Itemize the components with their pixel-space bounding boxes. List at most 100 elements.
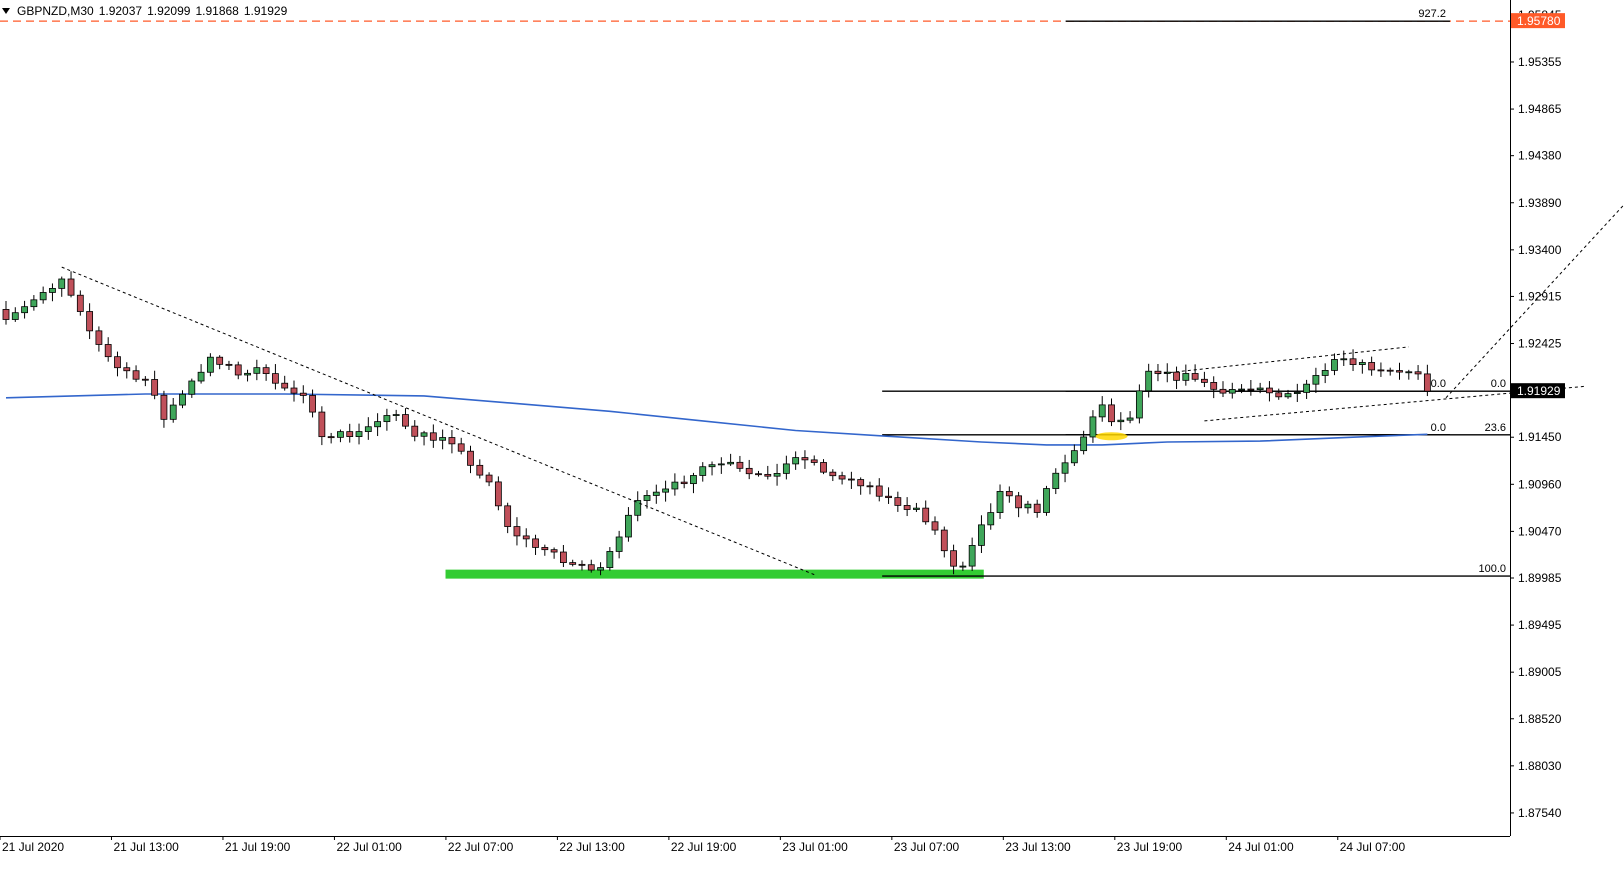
chart: 0.023.6100.00.00.0927.2 1.958451.953551.… [0,0,1624,890]
y-tick-label: 1.93890 [1518,196,1562,210]
y-tick-label: 1.90470 [1518,524,1562,538]
candle-body [978,524,985,546]
candle-body [411,425,419,437]
candle [39,286,47,304]
candle [736,455,744,472]
candle-body [922,507,930,523]
candle-body [1340,358,1348,361]
candle-body [1247,388,1255,391]
candle-body [346,431,354,438]
candle [1377,362,1385,377]
candle-body [1349,358,1357,365]
candle-body [299,392,307,396]
candle-body [114,356,121,369]
candle [253,359,261,381]
candle-body [476,464,484,476]
candle [894,491,902,512]
candle [1191,364,1199,382]
candle [86,303,94,340]
candle [829,469,837,482]
candle [634,491,642,522]
x-tick-label: 23 Jul 13:00 [1005,840,1071,854]
x-tick-label: 22 Jul 07:00 [448,840,514,854]
candle [188,378,196,398]
candle [959,561,967,571]
moving-average-line [5,393,1428,446]
candle-body [1377,369,1385,372]
candle [680,475,688,489]
candle-body [141,378,149,381]
candle-body [1173,371,1180,381]
y-tick-label: 1.92915 [1518,289,1562,303]
candle-body [1331,359,1338,371]
collapse-triangle-icon[interactable] [2,8,10,14]
candle [931,516,939,535]
candle-body [1005,491,1013,497]
candle [662,480,669,502]
candle-body [364,426,372,432]
candle-body [1089,416,1097,438]
candle [355,423,363,445]
candle-body [318,411,326,438]
candle-body [30,299,38,308]
candle [1154,363,1162,382]
candle-body [290,387,298,394]
current-price-label: 1.91929 [1517,384,1561,398]
candle-body [374,421,382,428]
x-tick-label: 23 Jul 07:00 [894,840,960,854]
candle [1005,486,1013,503]
candle-body [885,495,892,499]
candle-body [1061,462,1069,474]
candle-body [1303,383,1310,393]
y-tick-label: 1.93400 [1518,243,1562,257]
candle [439,429,447,450]
candle [11,307,19,322]
candle [299,385,307,404]
candle [1303,379,1310,399]
candle-body [132,370,140,380]
candle [21,300,28,319]
y-tick-label: 1.89985 [1518,571,1562,585]
candle [494,476,502,511]
candle [1098,396,1106,422]
candle [429,424,437,448]
candle-body [1238,388,1245,391]
price-chart: 0.023.6100.00.00.0927.2 1.958451.953551.… [0,0,1624,854]
candle [1293,383,1301,402]
close-value: 1.91929 [243,4,288,18]
candle [364,417,372,440]
candle [123,362,131,379]
candle-body [541,547,549,551]
candle [1331,353,1338,376]
candle [132,365,140,383]
candle [318,406,326,446]
candle-body [67,278,75,296]
candle-body [1386,369,1394,372]
candle-body [1108,404,1115,423]
candle-body [940,529,948,552]
candle-body [179,393,186,406]
candle [699,462,707,482]
candle-body [550,549,558,553]
candle [1340,350,1348,366]
candle-body [894,497,902,506]
candle [272,364,279,390]
candle [922,500,930,525]
candle [1182,364,1190,386]
candle-body [587,564,595,571]
candle-body [309,395,316,413]
candle-body [782,463,790,474]
candle-body [875,485,883,497]
candle [1070,444,1078,466]
candle [1024,500,1032,514]
fib-level-label: 100.0 [1478,563,1506,575]
candle [764,465,772,480]
candle-body [1098,404,1106,418]
x-tick-label: 21 Jul 2020 [2,840,64,854]
candle-body [1266,387,1273,394]
candle-body [1182,373,1190,381]
candle [996,484,1004,519]
candle-body [847,478,855,481]
fib-ext-label: 0.0 [1431,422,1446,434]
fib-ext-label: 927.2 [1418,8,1446,20]
